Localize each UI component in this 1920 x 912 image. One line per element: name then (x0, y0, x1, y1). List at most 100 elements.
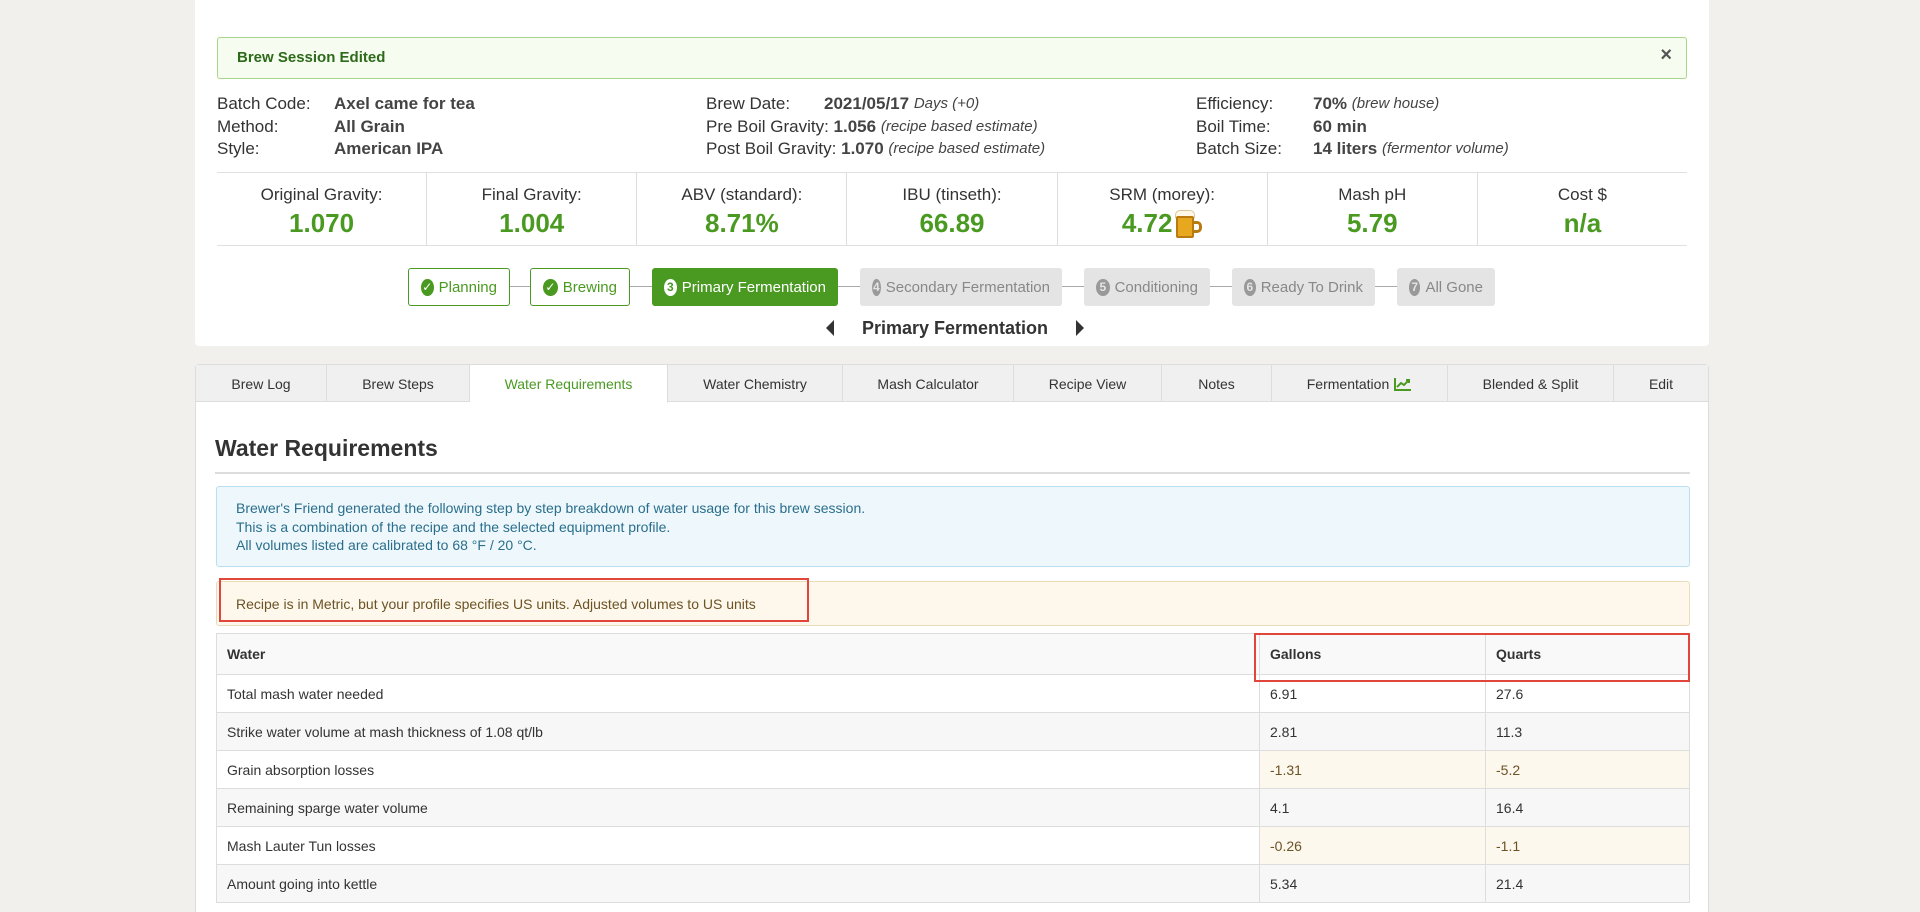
post-boil-label: Post Boil Gravity: (706, 139, 837, 158)
stage-number: 3 (664, 278, 677, 296)
stage-primary-fermentation[interactable]: 3 Primary Fermentation (652, 268, 838, 306)
stat-original-gravity: Original Gravity: 1.070 (217, 173, 428, 245)
batch-size-label: Batch Size: (1196, 139, 1282, 158)
stat-value-wrap: 4.72 (1122, 208, 1203, 239)
stat-value: 4.72 (1121, 208, 1173, 238)
row-label: Grain absorption losses (216, 750, 1260, 789)
stage-connector (1210, 286, 1232, 287)
info-line: This is a combination of the recipe and … (236, 518, 671, 535)
stage-connector (1375, 286, 1397, 287)
stat-value: 1.004 (499, 208, 565, 238)
stage-connector (510, 286, 530, 287)
post-boil-note: (recipe based estimate) (888, 140, 1046, 157)
stat-cost: Cost $ n/a (1478, 173, 1687, 245)
column-header-water: Water (216, 633, 1260, 675)
stat-srm: SRM (morey): 4.72 (1058, 173, 1268, 245)
pre-boil-value: 1.056 (833, 116, 877, 136)
stage-connector (1062, 286, 1084, 287)
tab-brew-steps[interactable]: Brew Steps (327, 365, 470, 402)
tab-recipe-view[interactable]: Recipe View (1014, 365, 1162, 402)
stat-abv: ABV (standard): 8.71% (637, 173, 848, 245)
column-header-quarts: Quarts (1485, 633, 1690, 675)
table-row: Amount going into kettle 5.34 21.4 (216, 864, 1690, 903)
tab-fermentation[interactable]: Fermentation (1272, 365, 1448, 402)
warning-text: Recipe is in Metric, but your profile sp… (236, 596, 756, 612)
stat-label: SRM (morey): (1109, 185, 1216, 204)
info-line: Brewer's Friend generated the following … (236, 500, 866, 516)
tab-notes[interactable]: Notes (1162, 365, 1272, 402)
pre-boil-note: (recipe based estimate) (880, 117, 1038, 135)
table-row: Grain absorption losses -1.31 -5.2 (216, 750, 1690, 789)
tab-label: Fermentation (1306, 375, 1390, 392)
stat-value: 1.070 (289, 208, 355, 238)
brew-date-value: 2021/05/17 (824, 94, 910, 113)
post-boil-value: 1.070 (841, 139, 884, 158)
pre-boil-label: Pre Boil Gravity: (706, 116, 829, 136)
tab-water-requirements[interactable]: Water Requirements (470, 365, 668, 403)
water-requirements-panel: Brew Log Brew Steps Water Requirements W… (195, 364, 1709, 912)
info-message: Brewer's Friend generated the following … (216, 486, 1690, 567)
table-row: Remaining sparge water volume 4.1 16.4 (216, 788, 1690, 827)
batch-info: Batch Code: Axel came for tea Method: All … (217, 93, 475, 161)
stage-secondary-fermentation[interactable]: 4 Secondary Fermentation (860, 268, 1062, 306)
check-icon: ✓ (543, 278, 558, 296)
divider (215, 472, 1690, 474)
tab-water-chemistry[interactable]: Water Chemistry (668, 365, 843, 402)
method-value: All Grain (334, 116, 405, 136)
boil-time-value: 60 min (1313, 116, 1367, 136)
stage-ready-to-drink[interactable]: 6 Ready To Drink (1232, 268, 1375, 306)
beer-mug-icon (1175, 209, 1203, 238)
close-icon[interactable]: × (1660, 44, 1672, 67)
tab-mash-calculator[interactable]: Mash Calculator (843, 365, 1014, 402)
row-label: Remaining sparge water volume (216, 788, 1260, 827)
batch-code-label: Batch Code: (217, 94, 311, 113)
stage-label: Conditioning (1114, 278, 1198, 296)
stage-label: Planning (438, 278, 497, 296)
stat-label: IBU (tinseth): (902, 185, 1002, 204)
style-value: American IPA (334, 139, 444, 158)
stat-value: 5.79 (1346, 208, 1398, 238)
efficiency-note: (brew house) (1351, 95, 1440, 112)
brew-stats: Original Gravity: 1.070 Final Gravity: 1… (217, 172, 1687, 246)
tab-edit[interactable]: Edit (1614, 365, 1708, 402)
batch-size-note: (fermentor volume) (1382, 140, 1509, 157)
check-icon: ✓ (421, 278, 434, 296)
info-line: All volumes listed are calibrated to 68 … (236, 537, 537, 553)
efficiency-value: 70% (1313, 94, 1348, 113)
table-row: Total mash water needed 6.91 27.6 (216, 674, 1690, 713)
stage-label: Brewing (562, 278, 617, 296)
chart-icon (1394, 377, 1412, 391)
gallons-value: 2.81 (1259, 712, 1486, 751)
boil-time-label: Boil Time: (1196, 116, 1271, 136)
quarts-value: 27.6 (1485, 674, 1690, 713)
stage-number: 6 (1244, 278, 1256, 296)
quarts-value: 11.3 (1485, 712, 1690, 751)
session-tabs: Brew Log Brew Steps Water Requirements W… (196, 365, 1708, 403)
stat-value: 66.89 (919, 208, 985, 238)
stage-connector (630, 286, 652, 287)
row-label: Total mash water needed (216, 674, 1260, 713)
tab-brew-log[interactable]: Brew Log (196, 365, 327, 402)
row-label: Amount going into kettle (216, 864, 1260, 903)
gallons-value: 6.91 (1259, 674, 1486, 713)
stat-mash-ph: Mash pH 5.79 (1268, 173, 1478, 245)
stage-planning[interactable]: ✓ Planning (408, 268, 510, 306)
stage-label: Secondary Fermentation (885, 278, 1050, 296)
caret-left-icon[interactable] (826, 320, 834, 336)
batch-code-value: Axel came for tea (334, 94, 475, 113)
alert-title: Brew Session Edited (237, 49, 386, 66)
stage-label: Primary Fermentation (681, 278, 826, 296)
stat-ibu: IBU (tinseth): 66.89 (847, 173, 1058, 245)
page-title: Water Requirements (215, 435, 438, 461)
stat-value: n/a (1563, 208, 1602, 238)
gallons-value: 4.1 (1259, 788, 1486, 827)
stage-all-gone[interactable]: 7 All Gone (1397, 268, 1495, 306)
style-label: Style: (217, 139, 260, 158)
caret-right-icon[interactable] (1076, 320, 1084, 336)
stage-brewing[interactable]: ✓ Brewing (530, 268, 630, 306)
stage-conditioning[interactable]: 5 Conditioning (1084, 268, 1210, 306)
stage-label: Ready To Drink (1260, 278, 1363, 296)
table-row: Mash Lauter Tun losses -0.26 -1.1 (216, 826, 1690, 865)
gallons-value: -0.26 (1259, 826, 1486, 865)
tab-blended-split[interactable]: Blended & Split (1448, 365, 1614, 402)
